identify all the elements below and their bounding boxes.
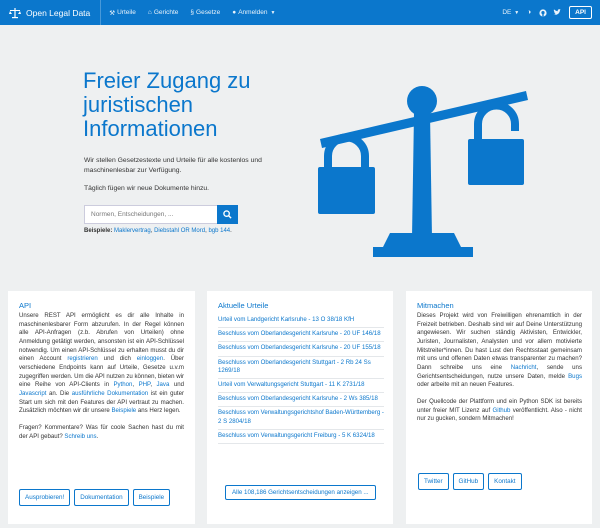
chevron-down-icon: ▼ <box>270 9 276 16</box>
api-text: . <box>96 432 99 440</box>
scale-knob <box>407 86 437 116</box>
bank-icon: ⌂ <box>147 9 152 16</box>
hero-title: Freier Zugang zu juristischen Informatio… <box>83 68 251 141</box>
nav-anmelden[interactable]: ● Anmelden ▼ <box>232 9 275 16</box>
nav-gesetze[interactable]: § Gesetze <box>190 9 220 16</box>
chevron-down-icon: ▼ <box>514 10 520 16</box>
urteil-list: Urteil vom Landgericht Karlsruhe - 13 O … <box>218 314 384 445</box>
mit-text: Dieses Projekt wird von Freiwilligen ehr… <box>417 312 582 371</box>
documentation-button[interactable]: Dokumentation <box>74 489 129 506</box>
example-link[interactable]: Diebstahl OR Mord <box>154 228 205 234</box>
api-text: und <box>169 381 184 389</box>
scale-logo-icon <box>9 7 21 18</box>
scale-foot <box>373 247 473 257</box>
api-card-title: API <box>19 301 32 310</box>
twitter-glyph <box>553 9 561 15</box>
search-button[interactable] <box>217 205 238 224</box>
github-link[interactable]: Github <box>492 407 510 414</box>
navbar-divider <box>100 0 102 25</box>
javascript-link[interactable]: Javascript <box>19 390 46 397</box>
urteil-link[interactable]: Beschluss vom Verwaltungsgericht Freibur… <box>218 430 384 445</box>
right-lock-body <box>468 139 524 185</box>
user-icon: ● <box>232 9 237 16</box>
try-button[interactable]: Ausprobieren! <box>19 489 71 506</box>
api-button-row: Ausprobieren! Dokumentation Beispiele <box>19 489 174 506</box>
hero-daily-note: Täglich fügen wir neue Dokumente hinzu. <box>84 185 210 192</box>
api-text: an. Die <box>46 389 72 397</box>
paragraph-icon: § <box>190 9 195 16</box>
search-input[interactable] <box>84 205 217 224</box>
contact-button[interactable]: Kontakt <box>488 473 522 490</box>
documentation-link[interactable]: ausführliche Dokumentation <box>72 390 148 397</box>
urteil-link[interactable]: Beschluss vom Oberlandesgericht Karlsruh… <box>218 393 384 408</box>
twitter-button[interactable]: Twitter <box>418 473 449 490</box>
mitmachen-card-text: Dieses Projekt wird von Freiwilligen ehr… <box>417 312 582 432</box>
github-icon[interactable] <box>539 8 547 17</box>
api-text: ans Herz legen. <box>136 407 181 415</box>
nav-anmelden-label: Anmelden <box>238 9 268 16</box>
examples-label: Beispiele <box>84 228 111 234</box>
bugs-link[interactable]: Bugs <box>568 373 582 380</box>
theme-toggle-icon[interactable]: ◑ <box>525 9 533 17</box>
search-form <box>84 205 238 224</box>
language-label: DE <box>502 9 512 16</box>
message-link[interactable]: Nachricht <box>511 364 537 371</box>
nav-urteile-label: Urteile <box>117 9 136 16</box>
python-link[interactable]: Python <box>113 381 132 388</box>
scale-pillar <box>412 113 432 238</box>
language-select[interactable]: DE ▼ <box>502 9 519 16</box>
api-card-text: Unsere REST API ermöglicht es dir alle I… <box>19 312 184 449</box>
nav-gesetze-label: Gesetze <box>196 9 221 16</box>
urteile-card: Aktuelle Urteile Urteil vom Landgericht … <box>207 291 393 524</box>
github-glyph <box>539 8 547 17</box>
urteile-card-title: Aktuelle Urteile <box>218 301 269 310</box>
java-link[interactable]: Java <box>156 381 169 388</box>
urteil-link[interactable]: Beschluss vom Oberlandesgericht Stuttgar… <box>218 357 384 380</box>
urteil-link[interactable]: Urteil vom Verwaltungsgericht Stuttgart … <box>218 379 384 394</box>
navbar: Open Legal Data ⚒ Urteile ⌂ Gerichte § G… <box>0 0 600 25</box>
api-card: API Unsere REST API ermöglicht es dir al… <box>8 291 195 524</box>
api-button[interactable]: API <box>569 6 592 19</box>
examples-link[interactable]: Beispiele <box>111 407 136 414</box>
search-icon <box>223 210 232 219</box>
scale-base <box>382 233 462 249</box>
mitmachen-card: Mitmachen Dieses Projekt wird von Freiwi… <box>406 291 592 524</box>
api-text: und dich <box>97 355 137 363</box>
github-button[interactable]: GitHub <box>452 473 485 490</box>
hero-section: Freier Zugang zu juristischen Informatio… <box>0 25 600 287</box>
login-link[interactable]: einloggen <box>137 355 163 362</box>
write-us-link[interactable]: Schreib uns <box>64 433 96 440</box>
example-link[interactable]: Maklervertrag <box>114 228 151 234</box>
gavel-icon: ⚒ <box>109 9 116 17</box>
brand-name: Open Legal Data <box>26 7 91 18</box>
left-lock-body <box>318 167 375 214</box>
php-link[interactable]: PHP <box>139 381 151 388</box>
register-link[interactable]: registrieren <box>67 355 97 362</box>
example-link[interactable]: bgb 144 <box>208 228 230 234</box>
urteil-link[interactable]: Beschluss vom Verwaltungsgerichtshof Bad… <box>218 407 384 430</box>
mitmachen-button-row: Twitter GitHub Kontakt <box>418 473 526 490</box>
urteil-link[interactable]: Beschluss vom Oberlandesgericht Karlsruh… <box>218 328 384 343</box>
nav-gerichte-label: Gerichte <box>153 9 179 16</box>
brand-link[interactable]: Open Legal Data <box>9 0 90 25</box>
search-examples: Beispiele: Maklervertrag, Diebstahl OR M… <box>84 228 232 234</box>
all-decisions-button[interactable]: Alle 108,186 Gerichtsentscheidungen anze… <box>225 485 376 500</box>
nav-gerichte[interactable]: ⌂ Gerichte <box>148 9 179 16</box>
mit-text: oder arbeite mit an neuen Features. <box>417 381 514 389</box>
api-text: Fragen? Kommentare? Was für coole Sachen… <box>19 423 184 440</box>
nav-right: DE ▼ ◑ API <box>502 0 592 25</box>
mitmachen-card-title: Mitmachen <box>417 301 454 310</box>
nav-links: ⚒ Urteile ⌂ Gerichte § Gesetze ● Anmelde… <box>109 0 287 25</box>
examples-button[interactable]: Beispiele <box>132 489 171 506</box>
nav-urteile[interactable]: ⚒ Urteile <box>109 9 136 17</box>
urteil-link[interactable]: Urteil vom Landgericht Karlsruhe - 13 O … <box>218 314 384 329</box>
urteil-link[interactable]: Beschluss vom Oberlandesgericht Karlsruh… <box>218 342 384 357</box>
right-lock-shackle <box>474 101 519 139</box>
unlocked-scale-illustration <box>318 86 528 257</box>
hero-subtitle: Wir stellen Gesetzestexte und Urteile fü… <box>84 157 262 174</box>
twitter-icon[interactable] <box>553 9 561 17</box>
